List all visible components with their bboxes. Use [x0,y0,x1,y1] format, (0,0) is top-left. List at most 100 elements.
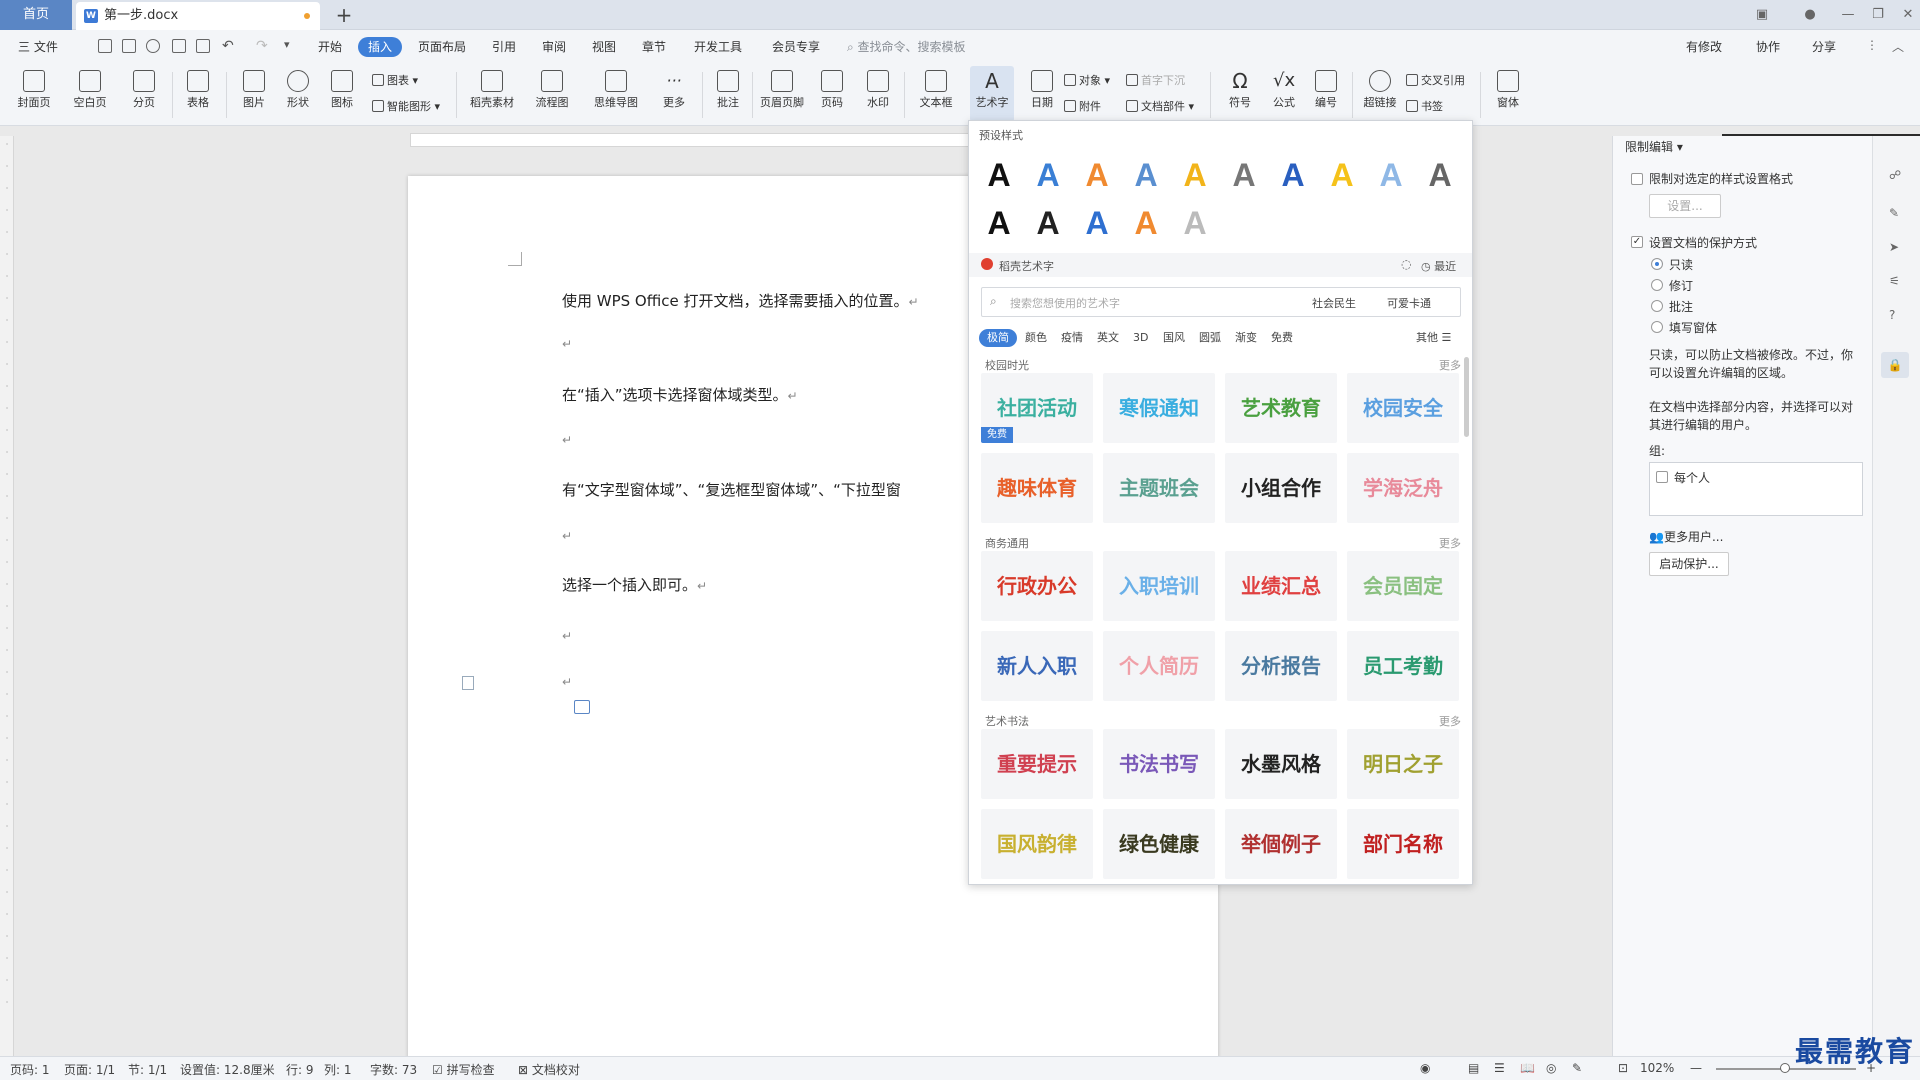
art-text-template[interactable]: 行政办公 [981,551,1093,621]
menu-developer[interactable]: 开发工具 [688,37,748,57]
comment-button[interactable]: 批注 [706,66,750,122]
formula-button[interactable]: √x 公式 [1262,66,1306,122]
paragraph-5[interactable]: 有“文字型窗体域”、“复选框型窗体域”、“下拉型窗 [562,479,901,500]
textbox-button[interactable]: 文本框 [914,66,958,122]
panel-scrollbar[interactable] [1464,357,1469,437]
header-footer-button[interactable]: 页眉页脚 [756,66,808,122]
start-protection-button[interactable]: 启动保护... [1649,552,1729,576]
page-break-button[interactable]: 分页 [122,66,166,122]
save-icon[interactable] [122,39,136,53]
bookmark-button[interactable]: 书签 [1406,98,1443,116]
category-tab-6[interactable]: 国风 [1159,329,1189,347]
preset-style-6[interactable]: A [1226,155,1262,195]
zoom-level[interactable]: 102% [1640,1061,1674,1075]
category-tab-9[interactable]: 免费 [1267,329,1297,347]
form-field-button[interactable]: 窗体 [1486,66,1530,122]
menu-page-layout[interactable]: 页面布局 [412,37,472,57]
paste-options-icon[interactable] [574,700,590,714]
daoke-material-button[interactable]: 稻壳素材 [466,66,518,122]
share-button[interactable]: 分享 [1806,37,1842,57]
pane-title[interactable]: 限制编辑 ▾ [1625,138,1683,155]
search-chip-cartoon[interactable]: 可爱卡通 [1387,295,1431,311]
zoom-out-icon[interactable]: — [1690,1061,1702,1075]
undo-icon[interactable]: ↶ [222,38,234,54]
menu-insert[interactable]: 插入 [358,37,403,57]
art-text-template[interactable]: 会员固定 [1347,551,1459,621]
set-protection-checkbox[interactable]: ✓ [1631,236,1643,248]
collapse-ribbon-icon[interactable]: ︿ [1892,38,1904,55]
new-doc-icon[interactable] [98,39,112,53]
art-text-template[interactable]: 重要提示 [981,729,1093,799]
date-button[interactable]: 日期 [1020,66,1064,122]
protection-radio[interactable] [1651,321,1663,333]
status-row[interactable]: 行: 9 [286,1061,314,1078]
art-text-template[interactable]: 绿色健康 [1103,809,1215,879]
doc-outline-icon[interactable] [462,676,474,690]
section-more-link[interactable]: 更多 [1439,535,1461,551]
watermark-button[interactable]: 水印 [856,66,900,122]
zoom-slider-handle[interactable] [1780,1063,1790,1073]
art-text-template[interactable]: 书法书写 [1103,729,1215,799]
write-view-icon[interactable]: ✎ [1572,1061,1582,1075]
cross-reference-button[interactable]: 交叉引用 [1406,72,1465,90]
category-tab-4[interactable]: 英文 [1093,329,1123,347]
outline-view-icon[interactable]: ☰ [1494,1061,1505,1075]
search-chip-social[interactable]: 社会民生 [1312,295,1356,311]
section-more-link[interactable]: 更多 [1439,713,1461,729]
art-text-template[interactable]: 水墨风格 [1225,729,1337,799]
art-text-template[interactable]: 国风韵律 [981,809,1093,879]
object-button[interactable]: 对象 ▾ [1064,72,1110,90]
category-tab-7[interactable]: 圆弧 [1195,329,1225,347]
limit-format-checkbox[interactable] [1631,173,1643,185]
art-text-template[interactable]: 学海泛舟 [1347,453,1459,523]
print-preview-icon[interactable] [196,39,210,53]
art-text-template[interactable]: 主题班会 [1103,453,1215,523]
art-text-template[interactable]: 个人简历 [1103,631,1215,701]
menu-chapter[interactable]: 章节 [636,37,672,57]
art-text-template[interactable]: 社团活动 免费 [981,373,1093,443]
more-users-link[interactable]: 👥更多用户... [1649,528,1723,545]
preset-style-8[interactable]: A [1324,155,1360,195]
hyperlink-button[interactable]: 超链接 [1356,66,1404,122]
more-button[interactable]: ··· 更多 [652,66,696,122]
art-text-template[interactable]: 艺术教育 [1225,373,1337,443]
chart-button[interactable]: 图表 ▾ [372,72,418,90]
art-text-template[interactable]: 业绩汇总 [1225,551,1337,621]
art-text-template[interactable]: 趣味体育 [981,453,1093,523]
art-text-template[interactable]: 员工考勤 [1347,631,1459,701]
status-col[interactable]: 列: 1 [324,1061,352,1078]
art-text-template[interactable]: 明日之子 [1347,729,1459,799]
paragraph-2[interactable]: ↵ [562,334,572,352]
avatar[interactable]: ● [1792,0,1828,30]
category-tab-1[interactable]: 极简 [979,329,1017,347]
recent-button[interactable]: ◷ 最近 [1421,258,1456,274]
paragraph-7[interactable]: 选择一个插入即可。↵ [562,574,707,595]
category-tab-2[interactable]: 颜色 [1021,329,1051,347]
picture-button[interactable]: 图片 [232,66,276,122]
select-cursor-icon[interactable]: ➤ [1889,240,1899,254]
preset-style-12[interactable]: A [1030,203,1066,243]
command-search[interactable]: ⌕ 查找命令、搜索模板 [847,37,966,57]
close-icon[interactable]: ✕ [1890,0,1920,30]
numbering-button[interactable]: 编号 [1304,66,1348,122]
help-icon[interactable]: ? [1889,308,1895,322]
preset-style-11[interactable]: A [981,203,1017,243]
protection-radio[interactable] [1651,279,1663,291]
art-text-search[interactable]: ⌕ 搜索您想使用的艺术字 社会民生 可爱卡通 [981,287,1461,317]
category-tab-3[interactable]: 疫情 [1057,329,1087,347]
menu-references[interactable]: 引用 [486,37,522,57]
protection-radio[interactable] [1651,300,1663,312]
preset-style-5[interactable]: A [1177,155,1213,195]
doc-parts-button[interactable]: 文档部件 ▾ [1126,98,1194,116]
status-section[interactable]: 节: 1/1 [128,1061,167,1078]
chat-icon[interactable]: ◌ [1401,257,1411,271]
more-options-icon[interactable]: ⋮ [1866,38,1878,52]
protection-radio[interactable] [1651,258,1663,270]
everyone-checkbox[interactable] [1656,471,1668,483]
preset-style-15[interactable]: A [1177,203,1213,243]
tab-document[interactable]: W 第一步.docx [76,2,320,30]
cover-page-button[interactable]: 封面页 [12,66,56,122]
preset-style-1[interactable]: A [981,155,1017,195]
section-more-link[interactable]: 更多 [1439,357,1461,373]
preset-style-3[interactable]: A [1079,155,1115,195]
